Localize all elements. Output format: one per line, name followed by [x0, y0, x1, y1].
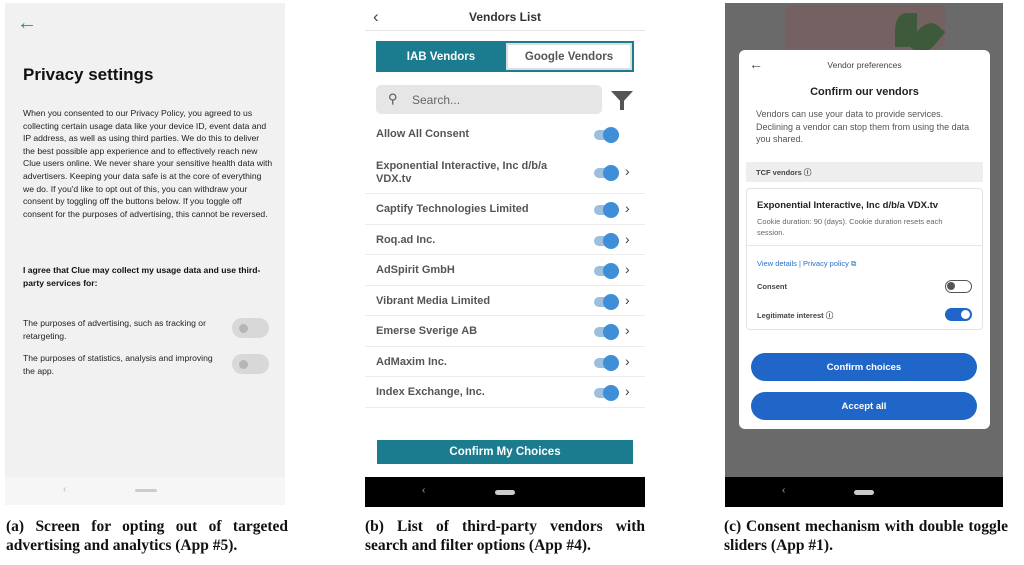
- nav-home-icon[interactable]: [495, 490, 515, 495]
- vendor-toggle[interactable]: [594, 202, 619, 218]
- dialog-title: Confirm our vendors: [810, 86, 919, 98]
- vendor-name: Captify Technologies Limited: [376, 203, 529, 215]
- toggle-knob: [603, 324, 619, 340]
- view-details-link[interactable]: View details: [757, 259, 797, 268]
- vendor-toggle[interactable]: [594, 263, 619, 279]
- toggle-knob: [239, 324, 248, 333]
- tcf-section-header: TCF vendors ⓘ: [746, 162, 983, 182]
- vendor-name: Vibrant Media Limited: [376, 295, 491, 307]
- vendor-toggle[interactable]: [594, 355, 619, 371]
- vendor-row[interactable]: Exponential Interactive, Inc d/b/a VDX.t…: [365, 151, 645, 194]
- toggle-knob: [961, 310, 970, 319]
- vendor-toggle[interactable]: [594, 324, 619, 340]
- cookie-duration: Cookie duration: 90 (days). Cookie durat…: [757, 217, 943, 237]
- allow-all-toggle[interactable]: [594, 127, 619, 143]
- vendor-name: Exponential Interactive, Inc d/b/a VDX.t…: [757, 200, 939, 211]
- toggle-knob: [947, 282, 955, 290]
- toggle-knob: [603, 385, 619, 401]
- system-nav-bar: ‹: [725, 477, 1003, 507]
- back-arrow-icon[interactable]: ←: [17, 12, 37, 35]
- nav-back-icon[interactable]: ‹: [63, 484, 66, 495]
- vendor-row[interactable]: Roq.ad Inc. ›: [365, 225, 645, 255]
- nav-back-icon[interactable]: ‹: [422, 485, 425, 496]
- vendor-toggle[interactable]: [594, 294, 619, 310]
- toggle-knob: [603, 202, 619, 218]
- vendor-name: Index Exchange, Inc.: [376, 386, 485, 398]
- accept-all-button[interactable]: Accept all: [751, 392, 977, 420]
- nav-back-icon[interactable]: ‹: [782, 485, 785, 496]
- allow-all-label: Allow All Consent: [376, 128, 470, 140]
- chevron-right-icon[interactable]: ›: [625, 163, 630, 179]
- statistics-toggle[interactable]: [232, 354, 269, 374]
- vendor-links: View details | Privacy policy ⧉: [757, 259, 856, 269]
- legitimate-interest-label: Legitimate interest ⓘ: [757, 311, 834, 320]
- vendor-name: AdMaxim Inc.: [376, 356, 447, 368]
- legitimate-interest-toggle[interactable]: [945, 308, 972, 321]
- chevron-right-icon[interactable]: ›: [625, 322, 630, 338]
- vendor-name: Exponential Interactive, Inc d/b/a VDX.t…: [376, 160, 548, 185]
- vendor-name: Emerse Sverige AB: [376, 325, 478, 337]
- vendor-row[interactable]: AdSpirit GmbH ›: [365, 255, 645, 286]
- caption-b: (b) List of third-party vendors with sea…: [365, 518, 645, 554]
- advertising-option-label: The purposes of advertising, such as tra…: [23, 318, 206, 341]
- vendor-row[interactable]: Vibrant Media Limited ›: [365, 286, 645, 316]
- chevron-right-icon[interactable]: ›: [625, 231, 630, 247]
- privacy-policy-link[interactable]: Privacy policy ⧉: [803, 259, 856, 268]
- vendor-card: Exponential Interactive, Inc d/b/a VDX.t…: [746, 188, 983, 330]
- caption-c: (c) Consent mechanism with double toggle…: [724, 518, 1008, 554]
- chevron-right-icon[interactable]: ›: [625, 383, 630, 399]
- nav-home-icon[interactable]: [854, 490, 874, 495]
- vendor-row[interactable]: Emerse Sverige AB ›: [365, 316, 645, 347]
- consent-label: Consent: [757, 282, 787, 291]
- toggle-knob: [603, 127, 619, 143]
- screen-vendor-preferences: ← Vendor preferences Confirm our vendors…: [725, 3, 1003, 507]
- vendor-row[interactable]: AdMaxim Inc. ›: [365, 347, 645, 377]
- top-bar: ‹ Vendors List: [365, 3, 645, 31]
- advertising-toggle[interactable]: [232, 318, 269, 338]
- tab-google-vendors[interactable]: Google Vendors: [504, 43, 632, 70]
- vendor-row[interactable]: Index Exchange, Inc. ›: [365, 377, 645, 408]
- vendor-toggle[interactable]: [594, 385, 619, 401]
- system-nav-bar: ‹: [365, 477, 645, 507]
- vendor-toggle[interactable]: [594, 165, 619, 181]
- filter-icon[interactable]: [611, 91, 633, 110]
- screen-privacy-settings: ← Privacy settings When you consented to…: [5, 3, 285, 505]
- search-input[interactable]: [412, 91, 592, 108]
- caption-a: (a) Screen for opting out of targeted ad…: [6, 518, 288, 554]
- dialog-header: Vendor preferences: [827, 60, 902, 70]
- vendor-toggle[interactable]: [594, 233, 619, 249]
- vendor-preferences-dialog: ← Vendor preferences Confirm our vendors…: [739, 50, 990, 429]
- chevron-right-icon[interactable]: ›: [625, 200, 630, 216]
- page-title: Privacy settings: [23, 65, 154, 84]
- statistics-option-label: The purposes of statistics, analysis and…: [23, 353, 213, 376]
- page-title: Vendors List: [468, 10, 542, 24]
- toggle-knob: [239, 360, 248, 369]
- system-nav-bar: ‹: [5, 477, 285, 505]
- search-box: ⚲: [376, 85, 602, 114]
- screen-vendors-list: ‹ Vendors List IAB Vendors Google Vendor…: [365, 3, 645, 507]
- toggle-knob: [603, 355, 619, 371]
- vendor-name: Roq.ad Inc.: [376, 234, 436, 246]
- vendor-row[interactable]: Captify Technologies Limited ›: [365, 194, 645, 225]
- chevron-right-icon[interactable]: ›: [625, 292, 630, 308]
- tab-iab-vendors[interactable]: IAB Vendors: [378, 43, 504, 70]
- privacy-description: When you consented to our Privacy Policy…: [23, 108, 273, 219]
- toggle-knob: [603, 294, 619, 310]
- nav-home-icon[interactable]: [135, 489, 157, 492]
- toggle-knob: [603, 165, 619, 181]
- consent-heading: I agree that Clue may collect my usage d…: [23, 265, 261, 288]
- toggle-knob: [603, 233, 619, 249]
- consent-toggle[interactable]: [945, 280, 972, 293]
- vendor-name: AdSpirit GmbH: [376, 264, 455, 276]
- toggle-knob: [603, 263, 619, 279]
- search-icon: ⚲: [388, 91, 398, 106]
- vendor-tabs: IAB Vendors Google Vendors: [376, 41, 634, 72]
- chevron-right-icon[interactable]: ›: [625, 261, 630, 277]
- divider: [747, 245, 982, 246]
- confirm-choices-button[interactable]: Confirm choices: [751, 353, 977, 381]
- dialog-description: Vendors can use your data to provide ser…: [756, 109, 970, 145]
- confirm-choices-button[interactable]: Confirm My Choices: [377, 440, 633, 464]
- chevron-right-icon[interactable]: ›: [625, 353, 630, 369]
- tcf-label: TCF vendors ⓘ: [756, 168, 812, 177]
